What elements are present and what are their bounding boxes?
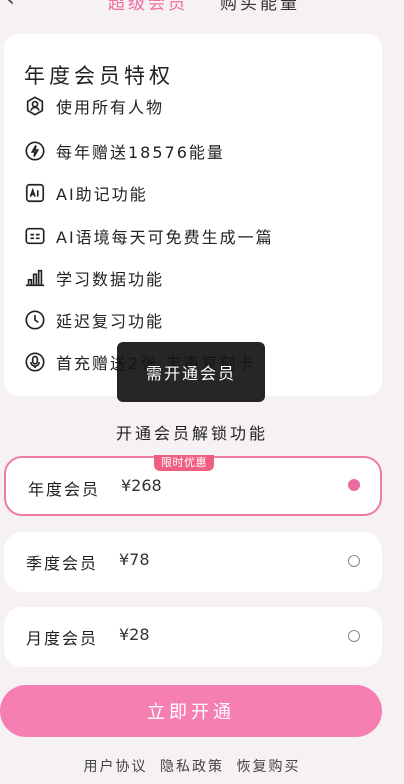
radio-unselected[interactable] bbox=[348, 630, 360, 642]
perk-item: 使用所有人物 bbox=[24, 93, 164, 119]
toast-message: 需开通会员 bbox=[117, 342, 265, 402]
bar-chart-icon bbox=[24, 267, 46, 289]
perk-label: 使用所有人物 bbox=[56, 98, 165, 117]
restore-purchase-link[interactable]: 恢复购买 bbox=[236, 759, 300, 775]
unlock-title: 开通会员解锁功能 bbox=[115, 424, 268, 443]
radio-unselected[interactable] bbox=[348, 555, 360, 567]
perk-item: 延迟复习功能 bbox=[24, 307, 164, 333]
plan-quarterly[interactable]: 季度会员 ¥78 bbox=[4, 532, 382, 592]
tab-buy-energy[interactable]: 购买能量 bbox=[220, 0, 300, 14]
perk-label: AI助记功能 bbox=[56, 185, 148, 204]
scene-card-icon bbox=[24, 225, 46, 247]
person-badge-icon bbox=[24, 95, 46, 117]
plan-price: ¥28 bbox=[119, 625, 150, 644]
clock-icon bbox=[24, 309, 46, 331]
privacy-policy-link[interactable]: 隐私政策 bbox=[160, 759, 224, 775]
perk-label: 延迟复习功能 bbox=[56, 312, 165, 331]
limited-offer-badge: 限时优惠 bbox=[154, 455, 214, 471]
perk-item: 每年赠送18576能量 bbox=[24, 138, 225, 164]
plan-name: 月度会员 bbox=[26, 629, 99, 648]
perk-item: AI语境每天可免费生成一篇 bbox=[24, 223, 274, 249]
plan-name: 年度会员 bbox=[28, 480, 101, 499]
ai-box-icon bbox=[24, 182, 46, 204]
perk-label: AI语境每天可免费生成一篇 bbox=[56, 228, 274, 247]
perk-label: 每年赠送18576能量 bbox=[56, 143, 225, 162]
chevron-left-icon[interactable]: ‹ bbox=[6, 0, 15, 11]
top-bar: ‹ 超级会员 购买能量 bbox=[0, 0, 404, 22]
plan-price: ¥78 bbox=[119, 550, 150, 569]
plan-price: ¥268 bbox=[121, 476, 162, 495]
microphone-icon bbox=[24, 351, 46, 373]
plan-monthly[interactable]: 月度会员 ¥28 bbox=[4, 607, 382, 667]
bolt-circle-icon bbox=[24, 140, 46, 162]
footer-links: 用户协议 隐私政策 恢复购买 bbox=[0, 756, 384, 776]
subscribe-button[interactable]: 立即开通 bbox=[0, 685, 382, 737]
radio-selected[interactable] bbox=[348, 479, 360, 491]
perk-label: 学习数据功能 bbox=[56, 270, 165, 289]
privileges-title: 年度会员特权 bbox=[24, 64, 174, 88]
user-agreement-link[interactable]: 用户协议 bbox=[84, 759, 148, 775]
perk-item: 学习数据功能 bbox=[24, 265, 164, 291]
plan-name: 季度会员 bbox=[26, 554, 99, 573]
perk-item: AI助记功能 bbox=[24, 180, 148, 206]
tab-super-member[interactable]: 超级会员 bbox=[108, 0, 188, 14]
